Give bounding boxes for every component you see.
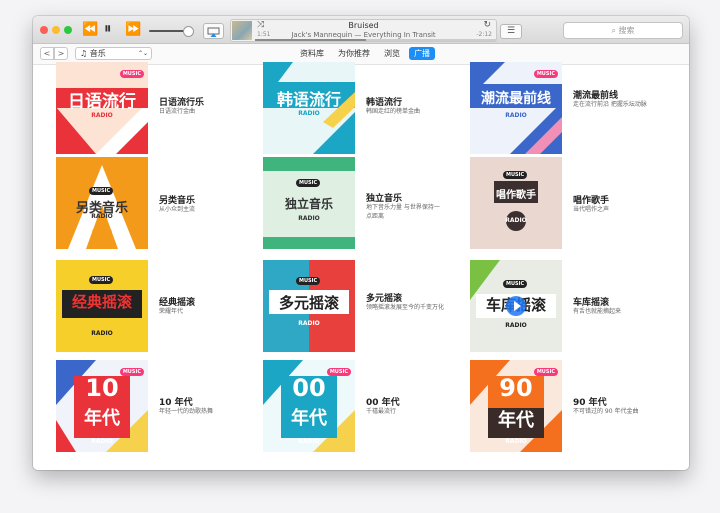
up-next-list-button[interactable]: ☰ [500,24,522,39]
station-description: 当代唱作之声 [573,206,610,213]
cover-number: 00 [292,374,326,402]
radio-label: RADIO [505,112,527,119]
now-playing-display: ⤨ Bruised Jack's Mannequin — Everything … [230,19,497,42]
volume-knob[interactable] [183,26,194,37]
back-button[interactable]: < [40,47,54,60]
cover-title: 韩语流行 [276,90,341,109]
remaining-time: -2:12 [476,31,492,38]
music-note-icon: ♫ 音乐 [80,49,106,58]
station-cover-garage-rock[interactable]: MUSIC 车库摇滚 RADIO [470,260,562,352]
zoom-window-button[interactable] [64,26,72,34]
station-description: 韩国走红的榜单金曲 [366,108,421,115]
cover-title: 多元摇滚 [278,294,339,312]
tab-library[interactable]: 资料库 [295,47,329,60]
radio-station-grid: MUSIC 日语流行 RADIO 日语流行乐 日语流行金曲 韩语流行 RADIO… [33,62,689,470]
progress-fill [255,39,366,41]
radio-label: RADIO [298,438,320,445]
station-cover-classic-rock[interactable]: MUSIC 经典摇滚 RADIO [56,260,148,352]
minimize-window-button[interactable] [52,26,60,34]
apple-music-badge: MUSIC [503,280,528,288]
station-cover-japanese-pop[interactable]: MUSIC 日语流行 RADIO [56,62,148,154]
itunes-window: ⏪ ⏸ ⏩ ⤨ Bruised Jack's Mannequin — Every… [33,16,689,470]
station-cover-2000s[interactable]: MUSIC 00 年代 RADIO [263,360,355,452]
forward-button[interactable]: > [54,47,68,60]
cover-title: 经典摇滚 [71,293,132,311]
tab-radio[interactable]: 广播 [409,47,435,60]
station-description: 不可错过的 90 年代金曲 [573,408,639,415]
station-cover-indie[interactable]: MUSIC 独立音乐 RADIO [263,157,355,249]
progress-bar[interactable] [255,39,496,41]
station-cover-korean-pop[interactable]: 韩语流行 RADIO [263,62,355,154]
radio-label: RADIO [505,322,527,329]
radio-label: RADIO [298,320,320,327]
play-station-button[interactable] [506,296,526,316]
station-description: 地下音乐力量 与世界保持一点距离 [366,204,440,220]
station-cover-alternative[interactable]: MUSIC 另类音乐 RADIO [56,157,148,249]
radio-label: RADIO [91,438,113,445]
song-title: Bruised [348,21,379,30]
station-description: 有舌也就能摘起来 [573,308,622,315]
elapsed-time: 1:51 [257,31,271,38]
search-icon: ⌕ [611,26,616,35]
station-cover-diverse-rock[interactable]: MUSIC 多元摇滚 RADIO [263,260,355,352]
airplay-icon [207,27,220,37]
cover-subtitle: 年代 [291,408,327,429]
apple-music-badge: MUSIC [89,187,114,195]
radio-label: RADIO [91,330,113,337]
list-icon: ☰ [506,26,516,36]
tab-browse[interactable]: 浏览 [379,47,405,60]
close-window-button[interactable] [40,26,48,34]
station-cover-trending[interactable]: MUSIC 潮流最前线 RADIO [470,62,562,154]
radio-label: RADIO [298,215,320,222]
repeat-icon[interactable]: ↻ [483,20,491,30]
station-cover-1990s[interactable]: MUSIC 90 年代 RADIO [470,360,562,452]
cover-title: 日语流行 [68,92,136,112]
artist-album: Jack's Mannequin — Everything In Transit [291,31,436,39]
radio-label: RADIO [505,438,527,445]
apple-music-badge: MUSIC [119,70,144,78]
cover-title: 独立音乐 [284,197,333,211]
cover-subtitle: 年代 [84,408,120,429]
radio-label: RADIO [91,112,113,119]
apple-music-badge: MUSIC [89,276,114,284]
forward-icon[interactable]: ⏩ [125,21,141,39]
station-description: 走在流行前沿 把握乐坛动脉 [573,101,647,108]
apple-music-badge: MUSIC [296,277,321,285]
media-kind-selector[interactable]: ♫ 音乐 ⌃⌄ [75,47,152,60]
station-description: 年轻一代的劲歌热舞 [159,408,214,415]
tab-for-you[interactable]: 为你推荐 [333,47,375,60]
radio-label: RADIO [298,110,320,117]
cover-title: 潮流最前线 [481,91,551,107]
radio-label: RADIO [91,213,113,220]
apple-music-badge: MUSIC [503,171,528,179]
station-description: 日语流行金曲 [159,108,196,115]
search-placeholder: 搜索 [618,26,635,35]
tab-bar: 资料库 为你推荐 浏览 广播 [295,47,435,60]
cover-number: 10 [85,374,119,402]
title-bar: ⏪ ⏸ ⏩ ⤨ Bruised Jack's Mannequin — Every… [33,16,689,44]
apple-music-badge: MUSIC [533,70,558,78]
airplay-button[interactable] [203,23,224,39]
rewind-icon[interactable]: ⏪ [82,21,98,39]
station-description: 荣耀年代 [159,308,184,315]
cover-title: 唱作歌手 [496,190,536,201]
radio-label: RADIO [505,217,527,224]
selector-arrows-icon: ⌃⌄ [137,50,148,57]
search-input[interactable]: ⌕ 搜索 [563,22,683,39]
station-cover-singer-songwriter[interactable]: MUSIC 唱作歌手 RADIO [470,157,562,249]
station-description: 领略摇滚发展至今的千变万化 [366,304,445,311]
pause-icon[interactable]: ⏸ [104,19,112,37]
cover-number: 90 [499,374,533,402]
station-description: 千禧最流行 [366,408,397,415]
apple-music-badge: MUSIC [296,179,321,187]
station-cover-2010s[interactable]: MUSIC 10 年代 RADIO [56,360,148,452]
cover-subtitle: 年代 [498,410,534,431]
station-description: 从小众到主流 [159,206,196,213]
